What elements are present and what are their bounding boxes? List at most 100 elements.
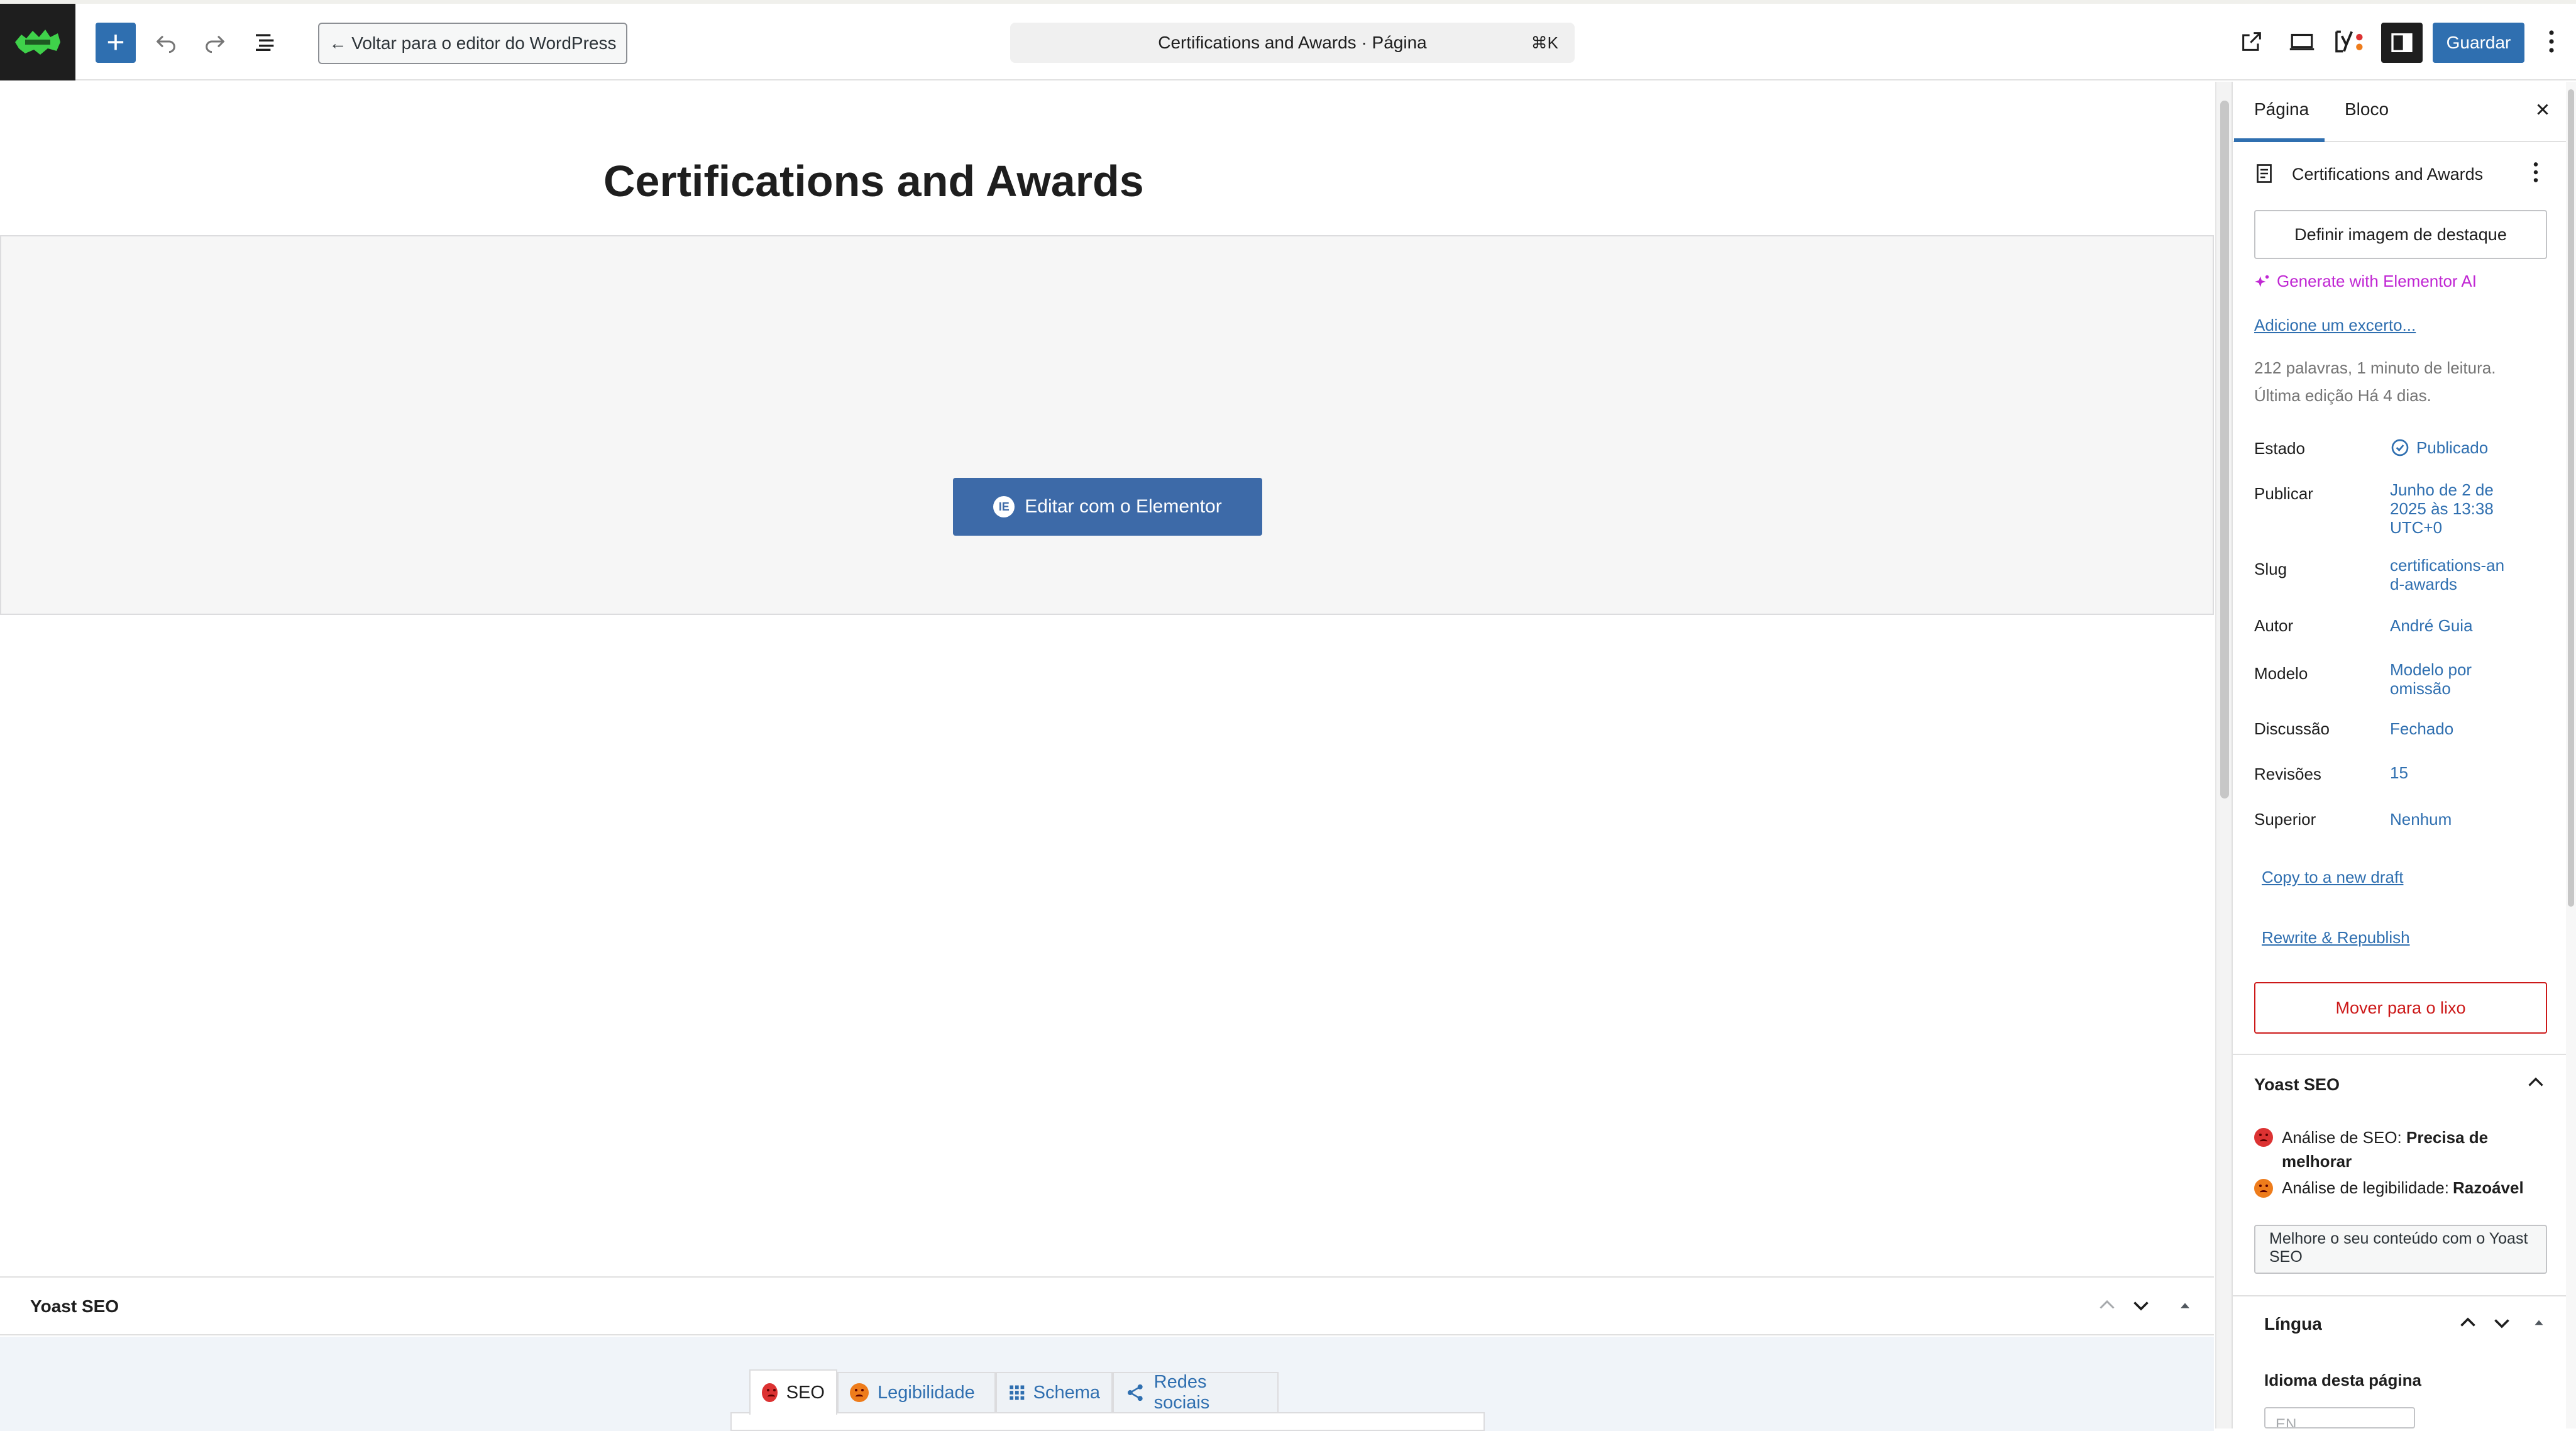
language-panel-title[interactable]: Língua: [2264, 1314, 2322, 1334]
seo-analysis-prefix: Análise de SEO:: [2282, 1128, 2406, 1147]
move-up-button[interactable]: [2096, 1294, 2118, 1320]
sidebar-icon: [2391, 33, 2413, 52]
document-actions-button[interactable]: [2523, 161, 2548, 186]
options-menu-button[interactable]: [2536, 23, 2567, 60]
document-title: Certifications and Awards · Página: [1158, 33, 1427, 52]
tab-block[interactable]: Bloco: [2345, 99, 2389, 119]
revisions-button[interactable]: 15: [2390, 763, 2516, 782]
external-link-icon: [2242, 32, 2261, 51]
site-logo[interactable]: [0, 4, 75, 80]
tab-readability[interactable]: Legibilidade: [837, 1372, 996, 1412]
edit-with-elementor-label: Editar com o Elementor: [1025, 496, 1222, 517]
slug-button[interactable]: certifications-and-awards: [2390, 556, 2509, 594]
tab-social[interactable]: Redes sociais: [1113, 1372, 1279, 1413]
yoast-metabox-header[interactable]: Yoast SEO: [0, 1278, 2214, 1335]
elementor-ai-link[interactable]: Generate with Elementor AI: [2254, 272, 2477, 291]
chevron-down-icon: [2494, 1319, 2509, 1329]
copy-to-draft-link[interactable]: Copy to a new draft: [2262, 868, 2403, 887]
page-title[interactable]: Certifications and Awards: [603, 156, 1144, 206]
tab-schema[interactable]: Schema: [996, 1372, 1113, 1412]
elementor-ai-label: Generate with Elementor AI: [2277, 272, 2477, 290]
language-subtitle: Idioma desta página: [2264, 1371, 2421, 1390]
move-to-trash-button[interactable]: Mover para o lixo: [2254, 982, 2547, 1034]
field-label-publish: Publicar: [2254, 484, 2313, 503]
language-toggle-button[interactable]: [2531, 1314, 2547, 1334]
parent-button[interactable]: Nenhum: [2390, 810, 2516, 829]
document-name: Certifications and Awards: [2292, 165, 2484, 184]
readability-analysis-status: Razoável: [2452, 1178, 2524, 1197]
desktop-icon: [2289, 33, 2315, 50]
settings-toggle-button[interactable]: [2381, 23, 2423, 63]
readability-analysis-row: Análise de legibilidade: Razoável: [2254, 1178, 2524, 1198]
improve-content-yoast-button[interactable]: Melhore o seu conteúdo com o Yoast SEO: [2254, 1225, 2547, 1274]
language-move-down-button[interactable]: [2491, 1312, 2513, 1337]
panel-separator: [2233, 1054, 2576, 1055]
canvas-scrollbar[interactable]: [2215, 82, 2232, 1428]
chevron-up-icon: [2528, 1077, 2543, 1086]
tab-social-label: Redes sociais: [1153, 1372, 1210, 1413]
seo-analysis-row: Análise de SEO: Precisa de melhorar: [2254, 1125, 2550, 1173]
active-tab-indicator: [2234, 138, 2325, 142]
site-logo-icon: [15, 30, 60, 55]
command-shortcut: ⌘K: [1531, 33, 1558, 52]
view-page-button[interactable]: [2233, 23, 2271, 60]
seo-sad-face-icon: [2254, 1128, 2273, 1147]
document-icon: [2253, 162, 2276, 188]
close-icon: [2537, 104, 2548, 115]
share-icon: [1127, 1384, 1143, 1401]
triangle-up-icon: [2181, 1303, 2189, 1308]
word-count-text: 212 palavras, 1 minuto de leitura.: [2254, 358, 2496, 377]
tab-readability-label: Legibilidade: [878, 1382, 975, 1403]
seo-status-icon: [762, 1383, 778, 1402]
field-label-slug: Slug: [2254, 560, 2287, 578]
undo-button[interactable]: [147, 23, 185, 60]
save-button[interactable]: Guardar: [2433, 23, 2524, 63]
redo-button[interactable]: [196, 23, 234, 60]
canvas-scrollbar-thumb[interactable]: [2220, 101, 2229, 798]
readability-neutral-face-icon: [2254, 1178, 2273, 1198]
yoast-panel-collapse-button[interactable]: [2524, 1071, 2547, 1097]
rewrite-republish-link[interactable]: Rewrite & Republish: [2262, 928, 2410, 948]
sidebar-tabs: Página Bloco: [2233, 82, 2576, 142]
document-title-bar[interactable]: Certifications and Awards · Página ⌘K: [1010, 23, 1575, 63]
close-sidebar-button[interactable]: [2527, 96, 2558, 127]
seo-analysis-text: Análise de SEO: Precisa de melhorar: [2282, 1125, 2550, 1173]
sidebar-scrollbar[interactable]: [2566, 82, 2576, 1428]
yoast-metabox-title: Yoast SEO: [30, 1296, 119, 1316]
check-circle-icon: [2391, 439, 2409, 456]
triangle-up-icon: [2535, 1320, 2543, 1325]
template-button[interactable]: Modelo por omissão: [2390, 660, 2503, 698]
publish-date-button[interactable]: Junho de 2 de 2025 às 13:38 UTC+0: [2390, 480, 2509, 537]
field-label-discussion: Discussão: [2254, 719, 2330, 738]
back-to-wordpress-button[interactable]: ← Voltar para o editor do WordPress: [318, 23, 627, 64]
edit-with-elementor-button[interactable]: IE Editar com o Elementor: [953, 478, 1262, 536]
status-value: Publicado: [2416, 438, 2489, 457]
yoast-toolbar-button[interactable]: [2330, 23, 2367, 60]
language-move-up-button[interactable]: [2457, 1312, 2479, 1337]
status-button[interactable]: Publicado: [2390, 438, 2516, 458]
sidebar-scrollbar-thumb[interactable]: [2568, 89, 2574, 907]
yoast-metabox: Yoast SEO SEO Legibilidade Schema Redes …: [0, 1276, 2214, 1431]
author-button[interactable]: André Guia: [2390, 616, 2516, 635]
set-featured-image-button[interactable]: Definir imagem de destaque: [2254, 210, 2547, 259]
preview-button[interactable]: [2283, 23, 2321, 60]
more-vertical-icon: [2533, 162, 2538, 182]
yoast-panel-title[interactable]: Yoast SEO: [2254, 1075, 2340, 1095]
toggle-panel-button[interactable]: [2176, 1296, 2194, 1317]
readability-status-icon: [850, 1383, 869, 1402]
redo-icon: [206, 35, 225, 53]
move-down-button[interactable]: [2130, 1294, 2152, 1320]
discussion-button[interactable]: Fechado: [2390, 719, 2516, 738]
field-label-author: Autor: [2254, 616, 2294, 635]
language-select[interactable]: EN: [2264, 1407, 2415, 1428]
add-excerpt-link[interactable]: Adicione um excerto...: [2254, 316, 2416, 335]
tab-page[interactable]: Página: [2254, 99, 2309, 119]
list-view-icon: [256, 34, 274, 51]
yoast-icon: [2335, 30, 2363, 53]
editor-canvas[interactable]: Certifications and Awards IE Editar com …: [0, 82, 2214, 1276]
add-block-button[interactable]: +: [96, 23, 136, 63]
field-label-status: Estado: [2254, 439, 2305, 458]
tab-seo[interactable]: SEO: [749, 1369, 837, 1415]
document-overview-button[interactable]: [246, 23, 284, 60]
tab-seo-label: SEO: [786, 1382, 825, 1403]
